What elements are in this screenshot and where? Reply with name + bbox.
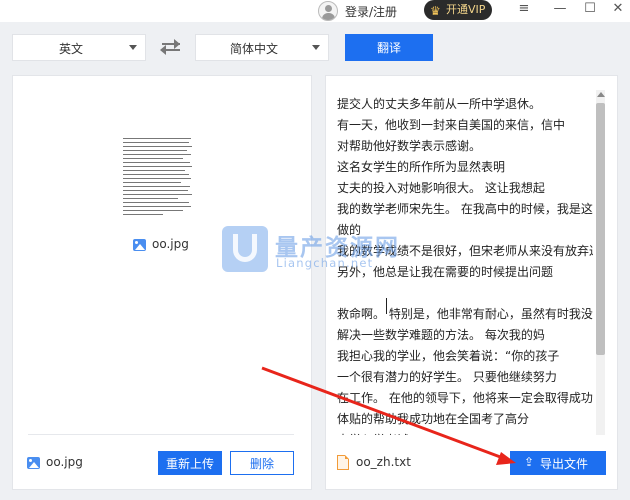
annotation-arrow bbox=[261, 366, 516, 465]
